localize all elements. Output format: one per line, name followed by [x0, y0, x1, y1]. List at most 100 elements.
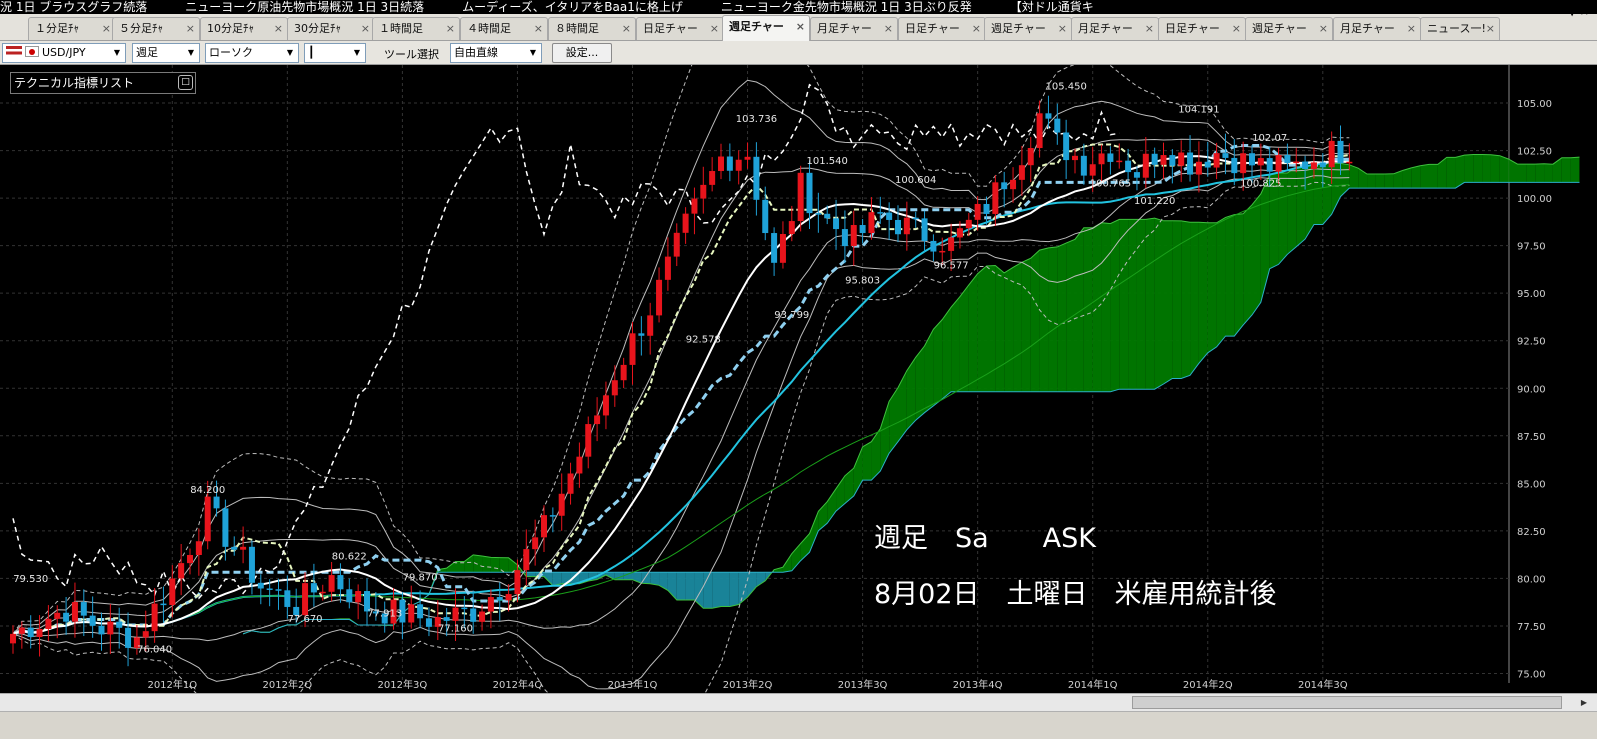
tab-10[interactable]: 月足チャー ×	[810, 17, 898, 40]
candle-body	[541, 515, 547, 538]
tab-16[interactable]: 月足チャー ×	[1333, 17, 1421, 40]
close-tab-icon[interactable]: ×	[710, 18, 719, 40]
ticker-headline[interactable]: ニューヨーク金先物市場概況 1日 3日ぶり反発	[721, 0, 972, 14]
tab-5[interactable]: １時間足 ×	[372, 17, 460, 40]
ticker-headline[interactable]: 況 1日 ブラウスグラフ続落	[0, 0, 147, 14]
tab-13[interactable]: 月足チャー ×	[1071, 17, 1159, 40]
line-style-select[interactable]: ┃ ▼	[304, 43, 366, 63]
candle-body	[1001, 182, 1008, 190]
price-chart[interactable]: 79.530 76.040 84.200 77.670 80.622 77.913 79.8…	[0, 65, 1597, 693]
close-tab-icon[interactable]: ×	[796, 16, 805, 38]
y-tick-label: 95.00	[1517, 289, 1546, 300]
scrollbar-thumb[interactable]	[1132, 696, 1562, 709]
candle-body	[89, 615, 96, 626]
ticker-headline[interactable]: 【対ドル通貨キ	[1010, 0, 1094, 14]
close-tab-icon[interactable]: ×	[1232, 18, 1241, 40]
panel-toggle-icon[interactable]: □	[178, 75, 193, 90]
drawing-tool-select[interactable]: 自由直線 ▼	[450, 43, 542, 63]
cloud-segment	[1110, 219, 1120, 392]
candle-body	[1045, 113, 1052, 119]
tab-7[interactable]: ８時間足 ×	[548, 17, 636, 40]
y-tick-label: 85.00	[1517, 479, 1546, 490]
tab-2[interactable]: ５分足ﾁｬ ×	[112, 17, 200, 40]
candle-body	[1240, 153, 1247, 174]
close-tab-icon[interactable]: ×	[884, 18, 893, 40]
symbol-value: USD/JPY	[42, 46, 86, 59]
candle-body	[169, 578, 176, 605]
close-tab-icon[interactable]: ×	[1407, 18, 1416, 40]
candle-body	[36, 628, 43, 638]
close-tab-icon[interactable]: ×	[186, 18, 195, 40]
cloud-segment	[1402, 167, 1412, 189]
cloud-segment	[1039, 247, 1049, 392]
cloud-segment	[464, 554, 474, 573]
cloud-segment	[1526, 164, 1536, 183]
ichimoku-cloud	[243, 154, 1580, 634]
cloud-segment	[959, 284, 969, 392]
tab-label: 10分足ﾁｬ	[207, 22, 254, 35]
close-tab-icon[interactable]: ×	[1486, 18, 1495, 40]
ticker-headline[interactable]: ムーディーズ、イタリアをBaa1に格上げ	[462, 0, 683, 14]
candle-body	[107, 621, 114, 635]
candle-body	[310, 583, 317, 593]
candle-body	[257, 582, 264, 589]
close-tab-icon[interactable]: ×	[1058, 18, 1067, 40]
candle-body	[54, 612, 61, 619]
tab-1[interactable]: １分足ﾁｬ ×	[28, 17, 116, 40]
news-ticker[interactable]: 況 1日 ブラウスグラフ続落 ニューヨーク原油先物市場概況 1日 3日続落 ムーディ…	[0, 0, 1597, 14]
tab-12[interactable]: 週足チャー ×	[984, 17, 1072, 40]
close-tab-icon[interactable]: ×	[1319, 18, 1328, 40]
tab-14[interactable]: 日足チャー ×	[1158, 17, 1246, 40]
scroll-right-arrow-icon[interactable]: ▶	[1577, 696, 1591, 709]
technical-indicator-list[interactable]: テクニカル指標リスト □	[10, 72, 196, 94]
close-tab-icon[interactable]: ×	[102, 18, 111, 40]
close-tab-icon[interactable]: ×	[274, 18, 283, 40]
ticker-headline[interactable]: ニューヨーク原油先物市場概況 1日 3日続落	[185, 0, 424, 14]
tab-8[interactable]: 日足チャー ×	[636, 17, 724, 40]
tab-3[interactable]: 10分足ﾁｬ ×	[200, 17, 288, 40]
close-tab-icon[interactable]: ×	[534, 18, 543, 40]
period-select[interactable]: 週足 ▼	[132, 43, 200, 63]
cloud-segment	[650, 572, 660, 586]
symbol-select[interactable]: USD/JPY ▼	[2, 43, 126, 63]
tab-11[interactable]: 日足チャー ×	[898, 17, 986, 40]
cloud-segment	[676, 572, 686, 601]
close-tab-icon[interactable]: ×	[1145, 18, 1154, 40]
cloud-segment	[1340, 163, 1350, 197]
cloud-segment	[1429, 164, 1438, 189]
chart-type-select[interactable]: ローソク ▼	[205, 43, 299, 63]
cloud-segment	[791, 543, 801, 571]
y-tick-label: 102.50	[1517, 147, 1552, 158]
tab-17[interactable]: ニュース一! ×	[1420, 17, 1500, 40]
tab-overflow-menu[interactable]: ▼ ×	[1568, 5, 1589, 18]
price-annotation: 95.803	[845, 276, 880, 287]
close-tab-icon[interactable]: ×	[446, 18, 455, 40]
close-tab-icon[interactable]: ×	[361, 18, 370, 40]
cloud-segment	[1544, 163, 1553, 183]
tab-label: ニュース一!	[1427, 22, 1486, 35]
y-tick-label: 77.50	[1517, 622, 1546, 633]
candle-body	[912, 217, 919, 220]
cloud-segment	[1013, 262, 1022, 392]
chevron-down-icon: ▼	[353, 48, 361, 57]
candle-body	[1266, 158, 1273, 172]
candlestick-chart-canvas[interactable]: 79.530 76.040 84.200 77.670 80.622 77.913 79.8…	[0, 65, 1597, 693]
cloud-segment	[712, 572, 721, 609]
tab-15[interactable]: 週足チャー ×	[1245, 17, 1333, 40]
candle-body	[806, 172, 813, 214]
tab-4[interactable]: 30分足ﾁｬ ×	[287, 17, 375, 40]
candle-body	[1337, 140, 1344, 164]
candle-body	[125, 627, 132, 648]
chart-scrollbar[interactable]: ▶	[0, 693, 1597, 711]
cloud-segment	[1198, 222, 1208, 364]
tab-9[interactable]: 週足チャー ×	[722, 15, 810, 41]
tab-6[interactable]: ４時間足 ×	[460, 17, 548, 40]
candle-body	[1346, 161, 1353, 164]
close-tab-icon[interactable]: ×	[972, 18, 981, 40]
cloud-segment	[1190, 222, 1199, 376]
candle-body	[859, 225, 866, 234]
candle-body	[930, 240, 937, 252]
settings-button[interactable]: 設定...	[552, 43, 612, 63]
y-tick-label: 105.00	[1517, 99, 1552, 110]
close-tab-icon[interactable]: ×	[622, 18, 631, 40]
